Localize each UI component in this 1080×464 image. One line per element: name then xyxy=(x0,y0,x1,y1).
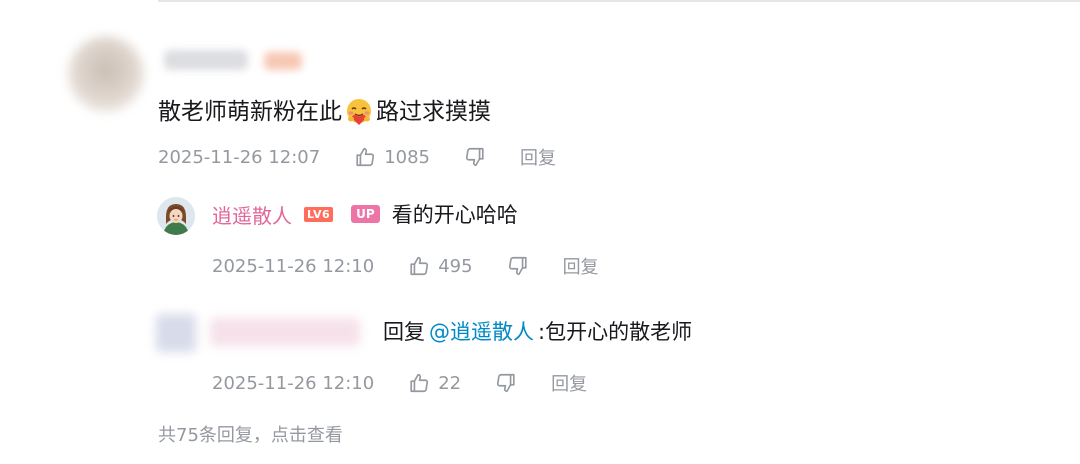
reply-time: 2025-11-26 12:10 xyxy=(212,255,375,277)
level-badge: LV6 xyxy=(304,206,334,222)
like-button[interactable]: 495 xyxy=(408,255,473,277)
like-count: 22 xyxy=(438,372,462,394)
like-button[interactable]: 1085 xyxy=(354,146,430,168)
reply-button[interactable]: 回复 xyxy=(551,370,587,396)
thumbs-down-icon xyxy=(465,147,484,167)
comment-time: 2025-11-26 12:07 xyxy=(158,146,321,168)
main-comment-meta: 2025-11-26 12:07 1085 回复 xyxy=(158,144,556,170)
blurred-username[interactable] xyxy=(164,50,248,70)
blurred-username[interactable] xyxy=(210,318,360,346)
mention-link[interactable]: @逍遥散人 xyxy=(429,316,534,346)
thumbs-up-icon xyxy=(410,373,429,393)
thumbs-down-icon xyxy=(508,256,527,276)
reply-content: :包开心的散老师 xyxy=(538,320,693,344)
view-more-replies-link[interactable]: 共75条回复，点击查看 xyxy=(158,421,343,447)
avatar[interactable] xyxy=(157,197,195,235)
reply-line: 回复 @逍遥散人 :包开心的散老师 xyxy=(383,316,692,346)
thumbs-up-icon xyxy=(410,256,429,276)
main-comment-content: 散老师萌新粉在此 路过求摸摸 xyxy=(158,95,491,129)
like-count: 1085 xyxy=(384,146,431,168)
reply1-meta: 2025-11-26 12:10 495 回复 xyxy=(212,253,599,279)
reply2-meta: 2025-11-26 12:10 22 回复 xyxy=(212,370,587,396)
reply-button[interactable]: 回复 xyxy=(520,144,556,170)
comment-text-part2: 路过求摸摸 xyxy=(376,99,491,125)
like-count: 495 xyxy=(438,255,473,277)
top-divider xyxy=(158,0,1080,2)
comment-text-part1: 散老师萌新粉在此 xyxy=(158,99,342,125)
like-button[interactable]: 22 xyxy=(408,372,461,394)
reply-line: 逍遥散人 LV6 UP 看的开心哈哈 xyxy=(212,199,518,229)
avatar[interactable] xyxy=(156,314,196,352)
reply-time: 2025-11-26 12:10 xyxy=(212,372,375,394)
blurred-level-badge xyxy=(264,52,302,70)
dislike-button[interactable] xyxy=(464,146,486,168)
reply-content: 看的开心哈哈 xyxy=(391,203,518,227)
avatar[interactable] xyxy=(68,36,144,112)
thumbs-down-icon xyxy=(497,373,515,393)
reply-username[interactable]: 逍遥散人 xyxy=(212,200,292,229)
dislike-button[interactable] xyxy=(495,372,517,394)
dislike-button[interactable] xyxy=(507,255,529,277)
reply-button[interactable]: 回复 xyxy=(563,253,599,279)
up-badge: UP xyxy=(351,205,380,223)
hug-heart-emoji-icon xyxy=(344,97,374,127)
reply-prefix: 回复 xyxy=(383,320,425,344)
thumbs-up-icon xyxy=(356,147,375,167)
